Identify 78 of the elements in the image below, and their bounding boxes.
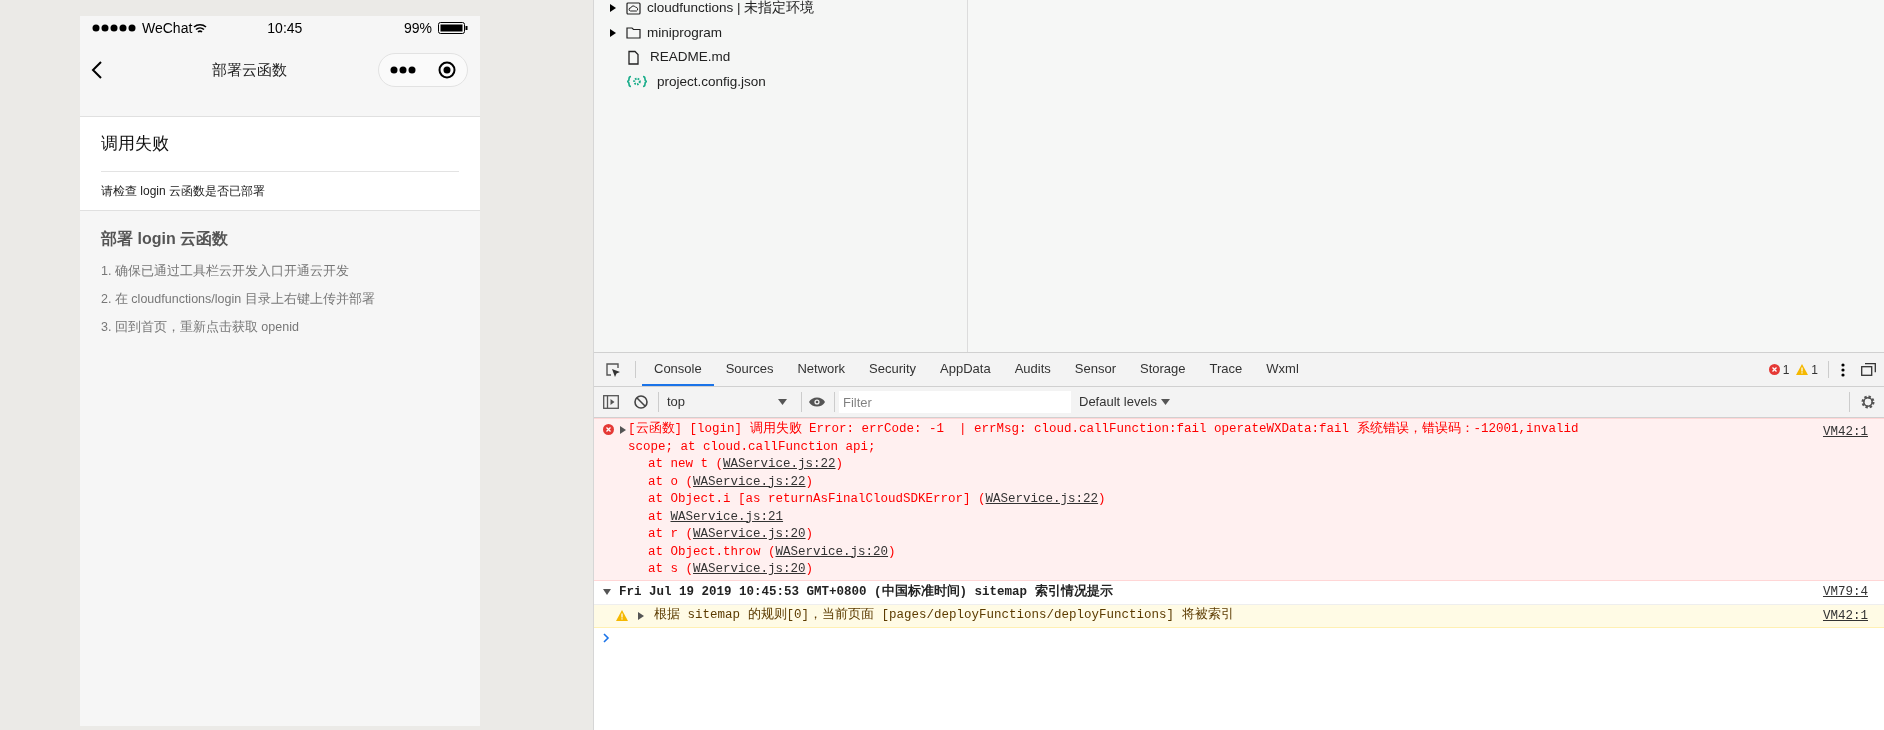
undock-icon[interactable]: [1861, 363, 1876, 376]
levels-dropdown[interactable]: Default levels: [1079, 392, 1171, 412]
error-count: 1: [1782, 361, 1790, 379]
devtools-tab[interactable]: Security: [857, 353, 929, 386]
stack-frame: at Object.i [as returnAsFinalCloudSDKError] (WAService.js:22): [620, 491, 1813, 509]
devtools-tab[interactable]: Audits: [1002, 353, 1063, 386]
section-heading: 部署 login 云函数: [101, 228, 230, 249]
warning-text: 根据 sitemap 的规则[0]，当前页面 [pages/deployFunctions/deployFunctions] 将被索引: [654, 606, 1235, 625]
stack-frame: at o (WAService.js:22): [620, 473, 1813, 491]
source-link[interactable]: WAService.js:22: [985, 492, 1099, 506]
source-link[interactable]: WAService.js:22: [693, 474, 806, 489]
devtools-tab[interactable]: AppData: [928, 353, 1003, 386]
collapse-arrow-icon[interactable]: [603, 589, 611, 595]
stack-frame: at WAService.js:21: [620, 508, 1813, 526]
instruction-step: 3. 回到首页，重新点击获取 openid: [101, 312, 459, 341]
warning-count: 1: [1811, 361, 1818, 379]
devtools-tab[interactable]: Sources: [713, 353, 786, 386]
error-text: [云函数] [login] 调用失败 Error: errCode: -1 | errMsg: cloud.callFunction:fail operateWXData:fail 系统错误，错误码：-12001,invalid scope; at cloud.callFunction api;: [628, 421, 1580, 456]
source-link[interactable]: VM42:1: [1823, 423, 1868, 442]
back-icon[interactable]: [90, 60, 104, 80]
settings-icon[interactable]: [1860, 394, 1876, 410]
carrier-name: WeChat: [142, 18, 193, 38]
gear-braces-icon: [626, 74, 648, 90]
devtools-tab[interactable]: Sensor: [1062, 353, 1128, 386]
status-time: 10:45: [267, 18, 303, 38]
instruction-step: 2. 在 cloudfunctions/login 目录上右键上传并部署: [101, 284, 459, 313]
close-icon: [438, 61, 456, 79]
source-link[interactable]: WAService.js:20: [693, 527, 806, 541]
warning-icon: [616, 610, 628, 621]
devtools-tab[interactable]: Wxml: [1254, 353, 1311, 386]
tree-item[interactable]: README.md: [610, 45, 967, 70]
devtools-tab[interactable]: Trace: [1197, 353, 1255, 386]
stack-frame: at r (WAService.js:20): [620, 526, 1813, 544]
expand-arrow-icon: [610, 4, 616, 13]
result-message: 请检查 login 云函数是否已部署: [101, 182, 267, 200]
inspect-icon[interactable]: [605, 361, 621, 378]
dropdown-caret-icon: [778, 399, 787, 405]
sidebar-toggle-icon[interactable]: [603, 395, 619, 409]
clear-icon[interactable]: [634, 395, 648, 409]
stack-frame: at Object.throw (WAService.js:20): [620, 543, 1813, 561]
stack-frame: at s (WAService.js:20): [620, 561, 1813, 579]
devtools-tab[interactable]: Network: [785, 353, 858, 386]
expand-arrow-icon: [610, 28, 616, 37]
error-icon: [1768, 364, 1780, 375]
source-link[interactable]: WAService.js:22: [723, 457, 836, 471]
source-link[interactable]: WAService.js:20: [693, 562, 806, 576]
prompt-chevron-icon[interactable]: [603, 632, 610, 643]
instruction-step: 1. 确保已通过工具栏云开发入口开通云开发: [101, 256, 459, 285]
cloud-folder-icon: [626, 0, 641, 16]
battery-icon: [438, 22, 468, 34]
stack-frame: at new t (WAService.js:22): [620, 456, 1813, 474]
capsule-button[interactable]: [378, 53, 468, 87]
folder-icon: [626, 25, 641, 41]
group-title: Fri Jul 19 2019 10:45:53 GMT+0800 (中国标准时间) sitemap 索引情况提示: [619, 583, 1114, 601]
error-icon: [603, 424, 614, 435]
signal-dots-icon: [92, 24, 138, 32]
tree-item[interactable]: miniprogram: [610, 20, 967, 45]
more-vertical-icon[interactable]: [1841, 362, 1845, 377]
wifi-icon: [193, 22, 208, 34]
context-select[interactable]: top: [659, 392, 795, 412]
tree-item[interactable]: project.config.json: [610, 69, 967, 94]
expand-arrow-icon: [620, 426, 626, 434]
eye-icon[interactable]: [808, 396, 826, 408]
tree-item[interactable]: cloudfunctions | 未指定环境: [610, 0, 967, 21]
filter-input[interactable]: Filter: [839, 391, 1071, 413]
file-icon: [626, 49, 641, 65]
source-link[interactable]: VM79:4: [1823, 582, 1868, 602]
dropdown-caret-icon: [1161, 399, 1171, 405]
warning-icon: [1796, 364, 1809, 375]
source-link[interactable]: VM42:1: [1823, 606, 1868, 626]
devtools-tab[interactable]: Storage: [1128, 353, 1198, 386]
source-link[interactable]: WAService.js:21: [670, 509, 784, 524]
battery-percent: 99%: [403, 18, 432, 38]
result-title: 调用失败: [101, 117, 459, 172]
expand-arrow-icon[interactable]: [638, 611, 644, 620]
more-icon: [390, 66, 416, 74]
nav-title: 部署云函数: [212, 61, 287, 80]
source-link[interactable]: WAService.js:20: [775, 544, 889, 559]
